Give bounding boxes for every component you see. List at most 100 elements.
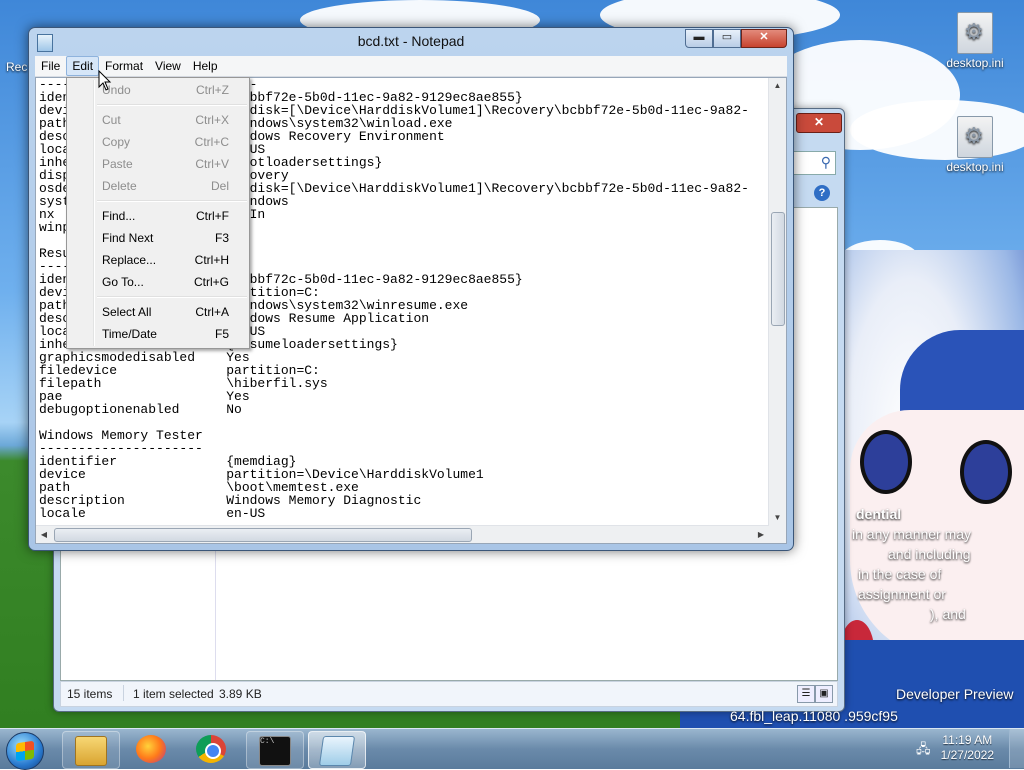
overlay-text: in the case of bbox=[858, 566, 942, 582]
desktop-partial-label: Rec bbox=[6, 60, 28, 74]
menu-item-shortcut: Del bbox=[210, 179, 229, 193]
menu-item-label: Copy bbox=[102, 135, 131, 149]
folder-icon bbox=[75, 736, 107, 766]
wallpaper-eye-right bbox=[960, 440, 1012, 504]
menu-item-shortcut: F5 bbox=[214, 327, 229, 341]
status-item-count: 15 items bbox=[67, 687, 113, 701]
menu-item-shortcut: Ctrl+F bbox=[196, 209, 229, 223]
menu-view[interactable]: View bbox=[149, 56, 187, 76]
overlay-text: dential bbox=[856, 506, 902, 522]
desktop-icon-label: desktop.ini bbox=[946, 160, 1004, 174]
horizontal-scroll-thumb[interactable] bbox=[54, 528, 472, 542]
text-line: debugoptionenabled No bbox=[39, 402, 242, 417]
overlay-text: and including bbox=[888, 546, 971, 562]
menu-item-label: Paste bbox=[102, 157, 133, 171]
overlay-text: in any manner may bbox=[852, 526, 972, 542]
menu-item-cut[interactable]: Cut Ctrl+X bbox=[69, 109, 247, 131]
menu-item-shortcut: F3 bbox=[214, 231, 229, 245]
desktop-icon-desktop-ini-1[interactable]: desktop.ini bbox=[940, 12, 1010, 70]
menu-item-shortcut: Ctrl+H bbox=[194, 253, 229, 267]
menu-help[interactable]: Help bbox=[187, 56, 224, 76]
desktop-icon-desktop-ini-2[interactable]: desktop.ini bbox=[940, 116, 1010, 174]
menu-item-label: Time/Date bbox=[102, 327, 157, 341]
menu-item-label: Delete bbox=[102, 179, 137, 193]
vertical-scroll-thumb[interactable] bbox=[771, 212, 785, 326]
settings-file-icon bbox=[957, 116, 993, 158]
scroll-left-icon[interactable]: ◀ bbox=[36, 526, 52, 543]
taskbar-notepad[interactable] bbox=[308, 731, 366, 769]
firefox-icon bbox=[136, 735, 166, 763]
overlay-text: 64.fbl_leap.11080 .959cf95 bbox=[730, 708, 898, 724]
menu-item-label: Find... bbox=[102, 209, 136, 223]
menu-bar: File Edit Format View Help bbox=[35, 56, 787, 77]
menu-item-find[interactable]: Find... Ctrl+F bbox=[69, 205, 247, 227]
window-title: bcd.txt - Notepad bbox=[357, 33, 465, 49]
menu-file[interactable]: File bbox=[35, 56, 66, 76]
start-button[interactable] bbox=[6, 732, 44, 770]
menu-separator bbox=[97, 200, 247, 202]
system-clock[interactable]: 11:19 AM 1/27/2022 bbox=[941, 733, 994, 763]
menu-item-shortcut: Ctrl+G bbox=[193, 275, 229, 289]
menu-item-replace[interactable]: Replace... Ctrl+H bbox=[69, 249, 247, 271]
wallpaper-eye-left bbox=[860, 430, 912, 494]
menu-separator bbox=[97, 104, 247, 106]
vertical-scrollbar[interactable]: ▲ ▼ bbox=[768, 78, 786, 526]
menu-item-shortcut: Ctrl+C bbox=[194, 135, 229, 149]
taskbar-chrome[interactable] bbox=[184, 731, 240, 767]
menu-item-shortcut: Ctrl+Z bbox=[196, 83, 229, 97]
horizontal-scrollbar[interactable]: ◀ ▶ bbox=[36, 525, 769, 543]
menu-item-go-to[interactable]: Go To... Ctrl+G bbox=[69, 271, 247, 293]
scroll-up-icon[interactable]: ▲ bbox=[769, 78, 786, 94]
settings-file-icon bbox=[957, 12, 993, 54]
menu-item-undo[interactable]: Undo Ctrl+Z bbox=[69, 79, 247, 101]
maximize-button[interactable]: ▭ bbox=[713, 29, 741, 48]
minimize-button[interactable]: ▬ bbox=[685, 29, 713, 48]
overlay-text: Developer Preview bbox=[896, 686, 1014, 702]
search-icon: ⚲ bbox=[820, 154, 831, 170]
explorer-status-bar: 15 items 1 item selected 3.89 KB ☰ ▣ bbox=[60, 681, 838, 707]
menu-item-label: Replace... bbox=[102, 253, 157, 267]
status-divider bbox=[123, 685, 124, 701]
menu-item-label: Cut bbox=[102, 113, 121, 127]
menu-item-find-next[interactable]: Find Next F3 bbox=[69, 227, 247, 249]
close-button[interactable]: ✕ bbox=[741, 29, 787, 48]
menu-item-select-all[interactable]: Select All Ctrl+A bbox=[69, 301, 247, 323]
mouse-cursor-icon bbox=[98, 70, 112, 91]
network-icon[interactable]: 🖧 bbox=[916, 740, 932, 756]
menu-edit[interactable]: Edit bbox=[66, 56, 100, 76]
cmd-icon: C:\ bbox=[259, 736, 291, 766]
menu-item-paste[interactable]: Paste Ctrl+V bbox=[69, 153, 247, 175]
desktop-icon-label: desktop.ini bbox=[946, 56, 1004, 70]
preview-view-icon[interactable]: ▣ bbox=[815, 685, 833, 703]
details-view-icon[interactable]: ☰ bbox=[797, 685, 815, 703]
overlay-text: ), and bbox=[930, 606, 966, 622]
text-line: locale en-US bbox=[39, 506, 266, 521]
scrollbar-corner bbox=[769, 526, 786, 543]
edit-menu-dropdown: Undo Ctrl+Z Cut Ctrl+X Copy Ctrl+C Paste… bbox=[66, 77, 250, 349]
scroll-down-icon[interactable]: ▼ bbox=[769, 510, 786, 526]
overlay-text: assignment or bbox=[858, 586, 946, 602]
menu-separator bbox=[97, 296, 247, 298]
taskbar-file-explorer[interactable] bbox=[62, 731, 120, 769]
menu-item-time-date[interactable]: Time/Date F5 bbox=[69, 323, 247, 345]
chrome-icon bbox=[196, 735, 226, 763]
menu-item-delete[interactable]: Delete Del bbox=[69, 175, 247, 197]
taskbar-firefox[interactable] bbox=[124, 731, 180, 767]
menu-item-shortcut: Ctrl+A bbox=[195, 305, 229, 319]
show-desktop-button[interactable] bbox=[1009, 729, 1024, 768]
clock-date: 1/27/2022 bbox=[940, 748, 994, 762]
status-size: 3.89 KB bbox=[219, 687, 262, 701]
menu-item-copy[interactable]: Copy Ctrl+C bbox=[69, 131, 247, 153]
scroll-right-icon[interactable]: ▶ bbox=[753, 526, 769, 543]
notepad-icon bbox=[318, 736, 356, 766]
status-selection: 1 item selected bbox=[133, 687, 214, 701]
explorer-close-button[interactable]: ✕ bbox=[796, 113, 842, 133]
window-controls: ▬ ▭ ✕ bbox=[685, 29, 787, 48]
menu-item-label: Select All bbox=[102, 305, 152, 319]
menu-item-shortcut: Ctrl+X bbox=[195, 113, 229, 127]
menu-item-label: Go To... bbox=[102, 275, 144, 289]
clock-time: 11:19 AM bbox=[942, 733, 993, 747]
help-icon[interactable]: ? bbox=[814, 185, 830, 201]
menu-item-label: Find Next bbox=[102, 231, 154, 245]
taskbar-command-prompt[interactable]: C:\ bbox=[246, 731, 304, 769]
